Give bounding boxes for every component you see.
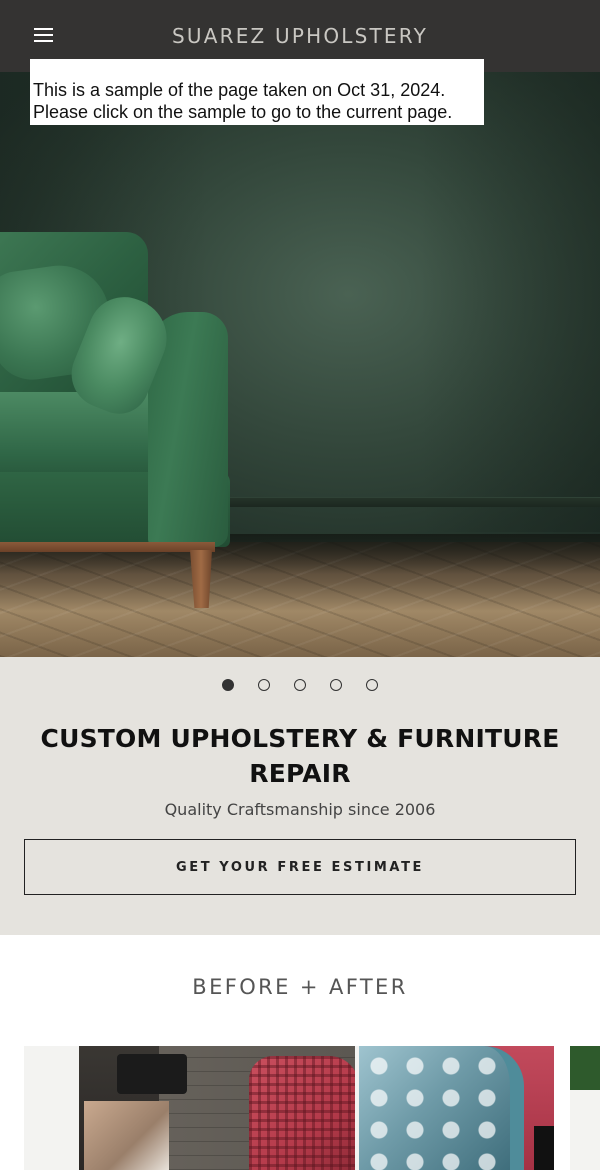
- slide-dot-3[interactable]: [294, 679, 306, 691]
- menu-line: [34, 40, 53, 42]
- storage-bin: [117, 1054, 187, 1094]
- hero-slideshow[interactable]: [0, 72, 600, 657]
- red-chair: [249, 1056, 355, 1170]
- promo-title: CUSTOM UPHOLSTERY & FURNITURE REPAIR: [40, 724, 560, 788]
- archive-notice[interactable]: This is a sample of the page taken on Oc…: [30, 59, 484, 125]
- slide-dot-4[interactable]: [330, 679, 342, 691]
- workshop-clutter: [84, 1101, 169, 1170]
- promo-subtitle: Quality Craftsmanship since 2006: [164, 800, 436, 819]
- hamburger-menu-icon[interactable]: [34, 28, 54, 44]
- next-slide-image: [570, 1046, 600, 1090]
- after-shadow: [534, 1126, 554, 1170]
- slide-dot-1[interactable]: [222, 679, 234, 691]
- menu-line: [34, 34, 53, 36]
- before-image: [79, 1046, 355, 1170]
- slideshow-dots: [0, 679, 600, 693]
- next-slide-peek[interactable]: [570, 1046, 600, 1170]
- promo-panel: CUSTOM UPHOLSTERY & FURNITURE REPAIR Qua…: [0, 657, 600, 935]
- before-after-heading: BEFORE + AFTER: [192, 975, 408, 999]
- sofa-base: [0, 542, 215, 552]
- menu-line: [34, 28, 53, 30]
- before-after-slide[interactable]: [24, 1046, 554, 1170]
- brand-logo[interactable]: SUAREZ UPHOLSTERY: [172, 24, 428, 48]
- archive-notice-line2: Please click on the sample to go to the …: [33, 102, 453, 122]
- slide-dot-2[interactable]: [258, 679, 270, 691]
- after-image: [359, 1046, 554, 1170]
- slide-dot-5[interactable]: [366, 679, 378, 691]
- free-estimate-button[interactable]: GET YOUR FREE ESTIMATE: [24, 839, 576, 895]
- archive-notice-line1: This is a sample of the page taken on Oc…: [33, 80, 446, 100]
- blue-upholstered-chair: [359, 1046, 524, 1170]
